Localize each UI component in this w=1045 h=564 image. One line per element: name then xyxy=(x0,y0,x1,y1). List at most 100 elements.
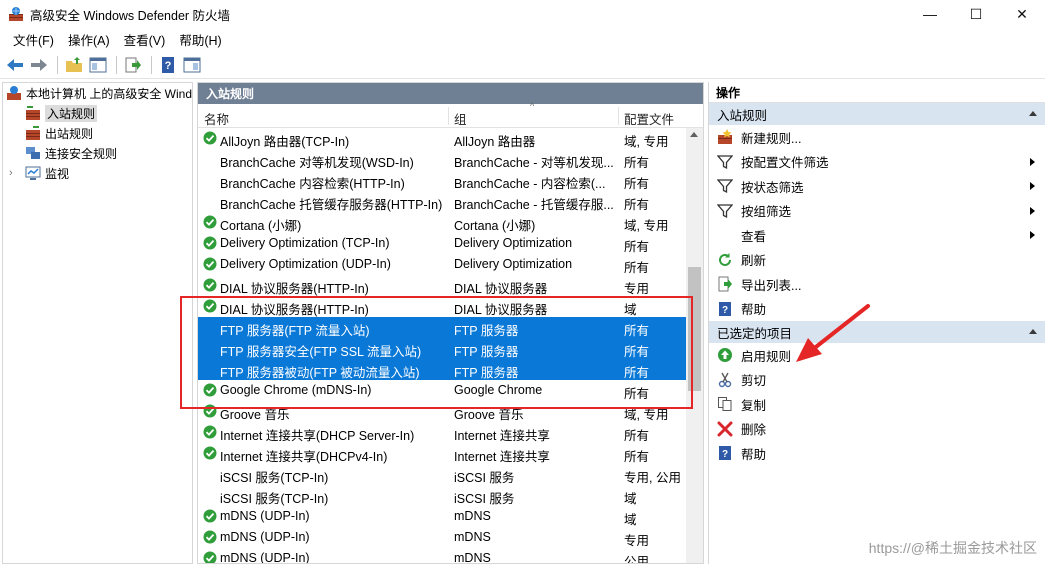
column-divider[interactable] xyxy=(618,107,619,125)
table-row[interactable]: Groove 音乐 Groove 音乐 域, 专用 xyxy=(198,401,703,422)
export-list-button[interactable] xyxy=(122,54,144,76)
column-header-group[interactable]: 组 xyxy=(454,109,467,128)
enabled-check-icon xyxy=(203,278,217,292)
actions-title: 操作 xyxy=(709,82,1045,103)
table-row[interactable]: Delivery Optimization (UDP-In) Delivery O… xyxy=(198,254,703,275)
collapse-icon[interactable] xyxy=(1029,111,1037,116)
enabled-check-icon xyxy=(203,383,217,397)
rule-group-cell: FTP 服务器 xyxy=(454,345,519,359)
help-button[interactable]: ? xyxy=(157,54,179,76)
table-row[interactable]: BranchCache 对等机发现(WSD-In) BranchCache - 对… xyxy=(198,149,703,170)
scroll-up-icon[interactable] xyxy=(690,132,698,137)
folder-up-icon xyxy=(66,56,82,72)
rule-group-cell: mDNS xyxy=(454,551,491,564)
rule-name-cell: Internet 连接共享(DHCP Server-In) xyxy=(220,429,415,443)
table-row[interactable]: mDNS (UDP-In) mDNS 域 xyxy=(198,506,703,527)
table-row[interactable]: Google Chrome (mDNS-In) Google Chrome 所有 xyxy=(198,380,703,401)
menu-action[interactable]: 操作(A) xyxy=(61,30,117,49)
table-row[interactable]: BranchCache 托管缓存服务器(HTTP-In) BranchCache … xyxy=(198,191,703,212)
actions-section-inbound[interactable]: 入站规则 xyxy=(709,103,1045,125)
vertical-scrollbar[interactable] xyxy=(686,128,703,563)
tree-item-inbound-rules[interactable]: 入站规则 xyxy=(3,103,192,123)
new-rule-icon xyxy=(717,129,733,145)
svg-text:?: ? xyxy=(722,305,728,316)
rule-name-cell: DIAL 协议服务器(HTTP-In) xyxy=(220,303,369,317)
forward-button[interactable] xyxy=(28,54,50,76)
table-row[interactable]: Delivery Optimization (TCP-In) Delivery O… xyxy=(198,233,703,254)
table-row[interactable]: mDNS (UDP-In) mDNS 专用 xyxy=(198,527,703,548)
menu-help[interactable]: 帮助(H) xyxy=(172,30,228,49)
submenu-arrow-icon xyxy=(1030,182,1035,190)
menu-bar: 文件(F) 操作(A) 查看(V) 帮助(H) xyxy=(0,28,1045,50)
action-item[interactable]: 新建规则... xyxy=(709,125,1045,150)
expand-chevron-icon[interactable]: › xyxy=(9,167,21,179)
action-item[interactable]: ? 帮助 xyxy=(709,441,1045,466)
window-title: 高级安全 Windows Defender 防火墙 xyxy=(30,8,231,23)
svg-text:?: ? xyxy=(722,449,728,460)
export-icon xyxy=(717,276,733,292)
action-item[interactable]: 剪切 xyxy=(709,368,1045,393)
back-button[interactable] xyxy=(4,54,26,76)
action-item[interactable]: 导出列表... xyxy=(709,272,1045,297)
tree-item-connection-security[interactable]: 连接安全规则 xyxy=(3,143,192,163)
enabled-check-icon xyxy=(203,404,217,418)
action-item[interactable]: 按状态筛选 xyxy=(709,174,1045,199)
column-divider[interactable] xyxy=(448,107,449,125)
table-row[interactable]: FTP 服务器被动(FTP 被动流量入站) FTP 服务器 所有 xyxy=(198,359,687,380)
help-icon: ? xyxy=(717,301,733,317)
show-hide-tree-button[interactable] xyxy=(87,54,109,76)
maximize-button[interactable]: ☐ xyxy=(953,0,999,28)
table-row[interactable]: iSCSI 服务(TCP-In) iSCSI 服务 域 xyxy=(198,485,703,506)
table-row[interactable]: BranchCache 内容检索(HTTP-In) BranchCache - 内… xyxy=(198,170,703,191)
column-header-name[interactable]: 名称 xyxy=(204,109,229,128)
rule-profile-cell: 所有 xyxy=(624,198,650,212)
rule-profile-cell: 专用, 公用 xyxy=(624,471,681,485)
rule-name-cell: mDNS (UDP-In) xyxy=(220,509,310,523)
rule-name-cell: Groove 音乐 xyxy=(220,408,290,422)
tree-item-monitoring[interactable]: › 监视 xyxy=(3,163,192,183)
action-item[interactable]: 按配置文件筛选 xyxy=(709,150,1045,175)
table-row[interactable]: Cortana (小娜) Cortana (小娜) 域, 专用 xyxy=(198,212,703,233)
menu-view[interactable]: 查看(V) xyxy=(117,30,173,49)
show-hide-action-pane-button[interactable] xyxy=(181,54,203,76)
up-folder-button[interactable] xyxy=(63,54,85,76)
table-row[interactable]: DIAL 协议服务器(HTTP-In) DIAL 协议服务器 专用 xyxy=(198,275,703,296)
table-row[interactable]: Internet 连接共享(DHCP Server-In) Internet 连接… xyxy=(198,422,703,443)
rule-name-cell: Internet 连接共享(DHCPv4-In) xyxy=(220,450,388,464)
submenu-arrow-icon xyxy=(1030,157,1035,166)
action-item[interactable]: 复制 xyxy=(709,392,1045,417)
rule-group-cell: FTP 服务器 xyxy=(454,366,519,380)
blank-icon xyxy=(717,227,733,243)
outbound-rules-icon xyxy=(26,126,40,140)
collapse-icon[interactable] xyxy=(1029,329,1037,334)
close-button[interactable]: ✕ xyxy=(999,0,1045,28)
table-row[interactable]: DIAL 协议服务器(HTTP-In) DIAL 协议服务器 域 xyxy=(198,296,703,317)
action-item[interactable]: 删除 xyxy=(709,417,1045,442)
column-headers: 名称 组 ^ 配置文件 xyxy=(198,101,703,128)
table-row[interactable]: Internet 连接共享(DHCPv4-In) Internet 连接共享 所有 xyxy=(198,443,703,464)
table-row[interactable]: iSCSI 服务(TCP-In) iSCSI 服务 专用, 公用 xyxy=(198,464,703,485)
table-row[interactable]: FTP 服务器(FTP 流量入站) FTP 服务器 所有 xyxy=(198,317,687,338)
action-item[interactable]: 按组筛选 xyxy=(709,199,1045,224)
menu-file[interactable]: 文件(F) xyxy=(6,30,61,49)
rule-name-cell: Cortana (小娜) xyxy=(220,219,302,233)
column-header-profile[interactable]: 配置文件 xyxy=(624,109,674,128)
tree-root[interactable]: 本地计算机 上的高级安全 Wind xyxy=(3,83,192,103)
firewall-root-icon xyxy=(7,86,21,100)
scrollbar-thumb[interactable] xyxy=(688,267,701,391)
monitoring-icon xyxy=(25,166,41,180)
table-row[interactable]: FTP 服务器安全(FTP SSL 流量入站) FTP 服务器 所有 xyxy=(198,338,687,359)
sort-ascending-icon: ^ xyxy=(530,101,535,111)
action-item[interactable]: 刷新 xyxy=(709,248,1045,273)
rule-profile-cell: 所有 xyxy=(624,387,650,401)
delete-icon xyxy=(717,421,733,437)
rule-profile-cell: 域, 专用 xyxy=(624,408,669,422)
table-row[interactable]: mDNS (UDP-In) mDNS 公用 xyxy=(198,548,703,564)
submenu-arrow-icon xyxy=(1030,231,1035,239)
minimize-button[interactable]: — xyxy=(907,0,953,28)
rule-name-cell: FTP 服务器(FTP 流量入站) xyxy=(220,324,370,338)
action-item[interactable]: 查看 xyxy=(709,223,1045,248)
tree-item-outbound-rules[interactable]: 出站规则 xyxy=(3,123,192,143)
rule-name-cell: DIAL 协议服务器(HTTP-In) xyxy=(220,282,369,296)
table-row[interactable]: AllJoyn 路由器(TCP-In) AllJoyn 路由器 域, 专用 xyxy=(198,128,703,149)
